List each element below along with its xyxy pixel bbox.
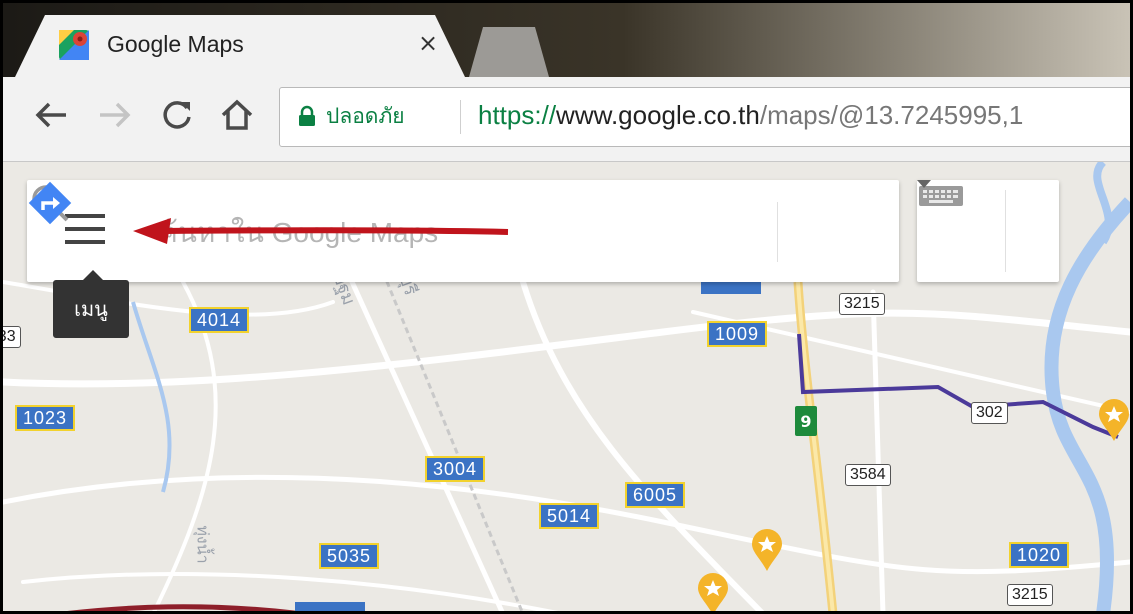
home-icon xyxy=(221,99,253,130)
dropdown-arrow-icon[interactable] xyxy=(917,180,931,190)
tab-close-icon[interactable]: × xyxy=(418,29,438,57)
road-label-6005: 6005 xyxy=(625,482,686,508)
place-pin-icon[interactable] xyxy=(1097,398,1130,442)
map-canvas[interactable]: ปฐม บุรี ทุ่งน้ำ 4014 1009 1023 3004 600… xyxy=(3,162,1130,614)
directions-icon[interactable] xyxy=(27,180,73,226)
url-text: https://www.google.co.th/maps/@13.724599… xyxy=(478,100,1023,131)
url-path: /maps/@13.7245995,1 xyxy=(759,100,1024,130)
url-host: www.google.co.th xyxy=(556,100,760,130)
road-label-5035: 5035 xyxy=(319,543,380,569)
browser-titlebar: Google Maps × xyxy=(3,3,1130,77)
secure-label: ปลอดภัย xyxy=(326,104,405,128)
search-card-divider xyxy=(777,202,778,262)
home-button[interactable] xyxy=(217,95,257,135)
menu-bar xyxy=(65,227,105,231)
forward-arrow-icon xyxy=(100,102,131,128)
menu-bar xyxy=(65,240,105,244)
road-label-4014: 4014 xyxy=(189,307,250,333)
road-label-1009: 1009 xyxy=(707,321,768,347)
route-sign-3584: 3584 xyxy=(845,464,891,486)
reload-button[interactable] xyxy=(157,95,197,135)
browser-toolbar: ปลอดภัย https://www.google.co.th/maps/@1… xyxy=(3,77,1130,162)
input-tools-divider xyxy=(1005,190,1006,272)
omnibox-divider xyxy=(460,100,461,134)
road-label-1020: 1020 xyxy=(1009,542,1070,568)
place-pin-icon[interactable] xyxy=(696,572,730,614)
road-label-3004: 3004 xyxy=(425,456,486,482)
screenshot-frame: Google Maps × ปลอดภัย https://www.google… xyxy=(0,0,1133,614)
place-label-huai: ทุ่งน้ำ xyxy=(193,525,213,564)
forward-button[interactable] xyxy=(95,95,135,135)
input-tools-card xyxy=(917,180,1059,282)
red-arrow-annotation xyxy=(133,218,509,244)
route-sign-302: 302 xyxy=(971,402,1008,424)
highway-sign-9: 9 xyxy=(795,406,817,436)
road-label-5014: 5014 xyxy=(539,503,600,529)
route-sign-3215-top: 3215 xyxy=(839,293,885,315)
back-arrow-icon xyxy=(35,102,66,128)
tab-title: Google Maps xyxy=(107,31,244,57)
url-protocol: https:// xyxy=(478,100,557,130)
google-maps-icon xyxy=(59,30,89,60)
route-sign-3215-bottom: 3215 xyxy=(1007,584,1053,606)
address-bar[interactable]: ปลอดภัย https://www.google.co.th/maps/@1… xyxy=(279,87,1130,147)
lock-icon xyxy=(299,105,315,126)
new-tab[interactable] xyxy=(469,27,549,77)
reload-icon xyxy=(163,101,191,129)
back-button[interactable] xyxy=(31,95,71,135)
route-sign-3233: 3233 xyxy=(3,326,21,348)
place-pin-icon[interactable] xyxy=(750,528,784,572)
road-label-1023: 1023 xyxy=(15,405,76,431)
menu-tooltip: เมนู xyxy=(53,270,129,338)
